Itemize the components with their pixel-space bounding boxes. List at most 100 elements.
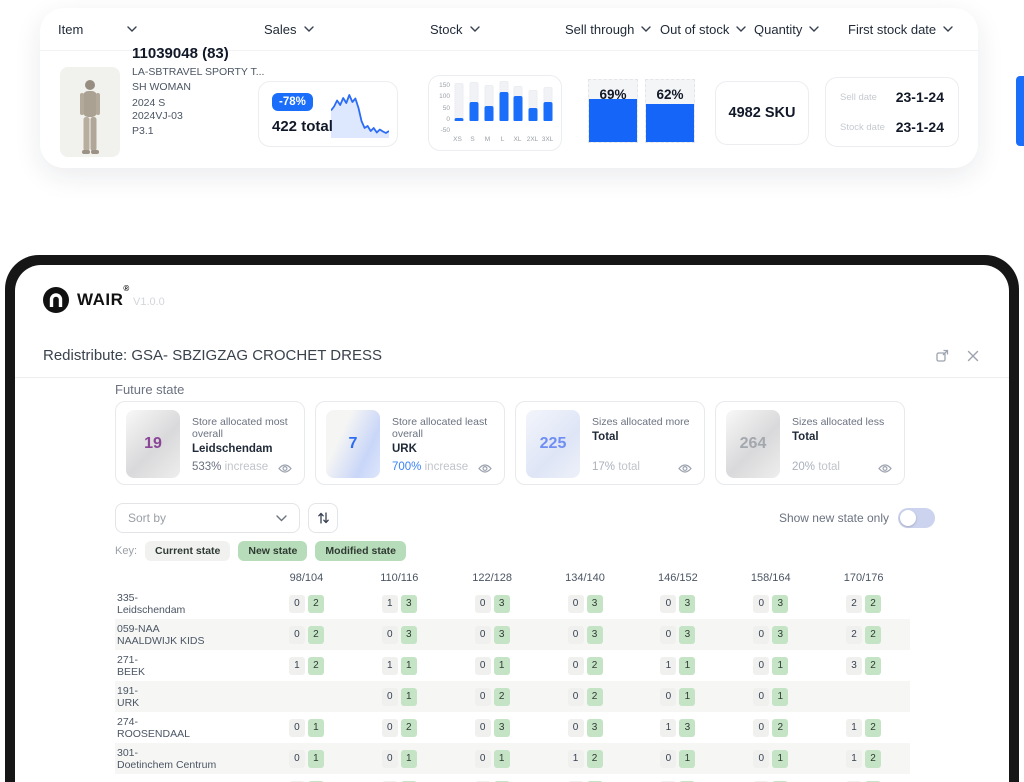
new-state-pill[interactable]: 2 bbox=[587, 688, 603, 706]
new-state-pill[interactable]: 3 bbox=[587, 595, 603, 613]
column-header-item[interactable]: Item bbox=[58, 8, 137, 50]
current-state-pill[interactable]: 0 bbox=[568, 595, 584, 613]
current-state-pill[interactable]: 0 bbox=[382, 626, 398, 644]
new-state-pill[interactable]: 2 bbox=[772, 719, 788, 737]
current-state-pill[interactable]: 0 bbox=[475, 719, 491, 737]
new-state-pill[interactable]: 1 bbox=[772, 750, 788, 768]
current-state-pill[interactable]: 3 bbox=[846, 657, 862, 675]
current-state-pill[interactable]: 0 bbox=[382, 719, 398, 737]
new-state-pill[interactable]: 3 bbox=[401, 595, 417, 613]
current-state-pill[interactable]: 0 bbox=[289, 626, 305, 644]
column-header-stock[interactable]: Stock bbox=[430, 8, 480, 50]
current-state-pill[interactable]: 1 bbox=[568, 750, 584, 768]
expand-icon[interactable] bbox=[936, 349, 949, 362]
new-state-pill[interactable]: 1 bbox=[401, 657, 417, 675]
current-state-pill[interactable]: 0 bbox=[660, 626, 676, 644]
current-state-pill[interactable]: 0 bbox=[289, 595, 305, 613]
new-state-pill[interactable]: 2 bbox=[865, 719, 881, 737]
current-state-pill[interactable]: 0 bbox=[568, 626, 584, 644]
new-state-pill[interactable]: 3 bbox=[494, 626, 510, 644]
current-state-pill[interactable]: 0 bbox=[568, 688, 584, 706]
current-state-pill[interactable]: 0 bbox=[475, 657, 491, 675]
show-new-state-toggle[interactable] bbox=[898, 508, 935, 528]
new-state-pill[interactable]: 2 bbox=[494, 688, 510, 706]
current-state-pill[interactable]: 1 bbox=[289, 657, 305, 675]
sort-by-select[interactable]: Sort by bbox=[115, 503, 300, 533]
current-state-pill[interactable]: 0 bbox=[753, 719, 769, 737]
new-state-pill[interactable]: 3 bbox=[679, 626, 695, 644]
current-state-pill[interactable]: 0 bbox=[475, 688, 491, 706]
current-state-pill[interactable]: 0 bbox=[382, 750, 398, 768]
new-state-pill[interactable]: 3 bbox=[772, 595, 788, 613]
eye-icon[interactable] bbox=[878, 463, 892, 474]
column-header-out-of-stock[interactable]: Out of stock bbox=[660, 8, 746, 50]
current-state-pill[interactable]: 0 bbox=[753, 750, 769, 768]
column-header-quantity[interactable]: Quantity bbox=[754, 8, 819, 50]
eye-icon[interactable] bbox=[478, 463, 492, 474]
product-thumbnail[interactable] bbox=[60, 67, 120, 157]
current-state-pill[interactable]: 2 bbox=[846, 595, 862, 613]
sales-cell-card[interactable]: -78% 422 total bbox=[258, 81, 398, 147]
current-state-pill[interactable]: 0 bbox=[660, 688, 676, 706]
new-state-pill[interactable]: 3 bbox=[772, 626, 788, 644]
new-state-pill[interactable]: 3 bbox=[679, 595, 695, 613]
current-state-pill[interactable]: 0 bbox=[475, 750, 491, 768]
new-state-pill[interactable]: 3 bbox=[494, 719, 510, 737]
new-state-pill[interactable]: 2 bbox=[865, 595, 881, 613]
stock-cell-card[interactable]: 150100500-50 XSSMLXL2XL3XL bbox=[428, 75, 562, 151]
current-state-pill[interactable]: 0 bbox=[753, 688, 769, 706]
current-state-pill[interactable]: 1 bbox=[660, 657, 676, 675]
current-state-pill[interactable]: 0 bbox=[568, 719, 584, 737]
current-state-pill[interactable]: 0 bbox=[568, 657, 584, 675]
new-state-pill[interactable]: 1 bbox=[679, 750, 695, 768]
new-state-pill[interactable]: 2 bbox=[308, 657, 324, 675]
current-state-pill[interactable]: 0 bbox=[475, 626, 491, 644]
current-state-pill[interactable]: 1 bbox=[846, 750, 862, 768]
new-state-pill[interactable]: 1 bbox=[679, 688, 695, 706]
new-state-pill[interactable]: 1 bbox=[494, 657, 510, 675]
new-state-pill[interactable]: 2 bbox=[587, 657, 603, 675]
column-header-sell-through[interactable]: Sell through bbox=[565, 8, 651, 50]
sort-direction-button[interactable] bbox=[308, 503, 338, 533]
current-state-pill[interactable]: 2 bbox=[846, 626, 862, 644]
current-state-pill[interactable]: 0 bbox=[660, 750, 676, 768]
out-of-stock-cell[interactable]: 62% bbox=[645, 79, 695, 143]
new-state-pill[interactable]: 3 bbox=[587, 626, 603, 644]
new-state-pill[interactable]: 1 bbox=[772, 657, 788, 675]
current-state-pill[interactable]: 0 bbox=[660, 595, 676, 613]
column-header-first-stock-date[interactable]: First stock date bbox=[848, 8, 953, 50]
new-state-pill[interactable]: 2 bbox=[308, 626, 324, 644]
eye-icon[interactable] bbox=[278, 463, 292, 474]
current-state-pill[interactable]: 1 bbox=[660, 719, 676, 737]
new-state-pill[interactable]: 3 bbox=[494, 595, 510, 613]
new-state-pill[interactable]: 2 bbox=[865, 750, 881, 768]
current-state-pill[interactable]: 0 bbox=[753, 595, 769, 613]
eye-icon[interactable] bbox=[678, 463, 692, 474]
new-state-pill[interactable]: 2 bbox=[308, 595, 324, 613]
column-header-sales[interactable]: Sales bbox=[264, 8, 314, 50]
new-state-pill[interactable]: 2 bbox=[865, 657, 881, 675]
new-state-pill[interactable]: 3 bbox=[401, 626, 417, 644]
current-state-pill[interactable]: 1 bbox=[382, 595, 398, 613]
close-icon[interactable] bbox=[967, 350, 979, 362]
new-state-pill[interactable]: 1 bbox=[308, 719, 324, 737]
new-state-pill[interactable]: 3 bbox=[587, 719, 603, 737]
new-state-pill[interactable]: 1 bbox=[494, 750, 510, 768]
new-state-pill[interactable]: 2 bbox=[401, 719, 417, 737]
new-state-pill[interactable]: 1 bbox=[401, 688, 417, 706]
current-state-pill[interactable]: 0 bbox=[382, 688, 398, 706]
new-state-pill[interactable]: 1 bbox=[308, 750, 324, 768]
quantity-cell-card[interactable]: 4982 SKU bbox=[715, 81, 809, 145]
current-state-pill[interactable]: 0 bbox=[289, 750, 305, 768]
dates-cell-card[interactable]: Sell date 23-1-24 Stock date 23-1-24 bbox=[825, 77, 959, 147]
new-state-pill[interactable]: 2 bbox=[587, 750, 603, 768]
current-state-pill[interactable]: 1 bbox=[846, 719, 862, 737]
new-state-pill[interactable]: 2 bbox=[865, 626, 881, 644]
current-state-pill[interactable]: 0 bbox=[289, 719, 305, 737]
new-state-pill[interactable]: 1 bbox=[679, 657, 695, 675]
current-state-pill[interactable]: 0 bbox=[753, 657, 769, 675]
new-state-pill[interactable]: 3 bbox=[679, 719, 695, 737]
current-state-pill[interactable]: 1 bbox=[382, 657, 398, 675]
sell-through-cell[interactable]: 69% bbox=[588, 79, 638, 143]
new-state-pill[interactable]: 1 bbox=[772, 688, 788, 706]
